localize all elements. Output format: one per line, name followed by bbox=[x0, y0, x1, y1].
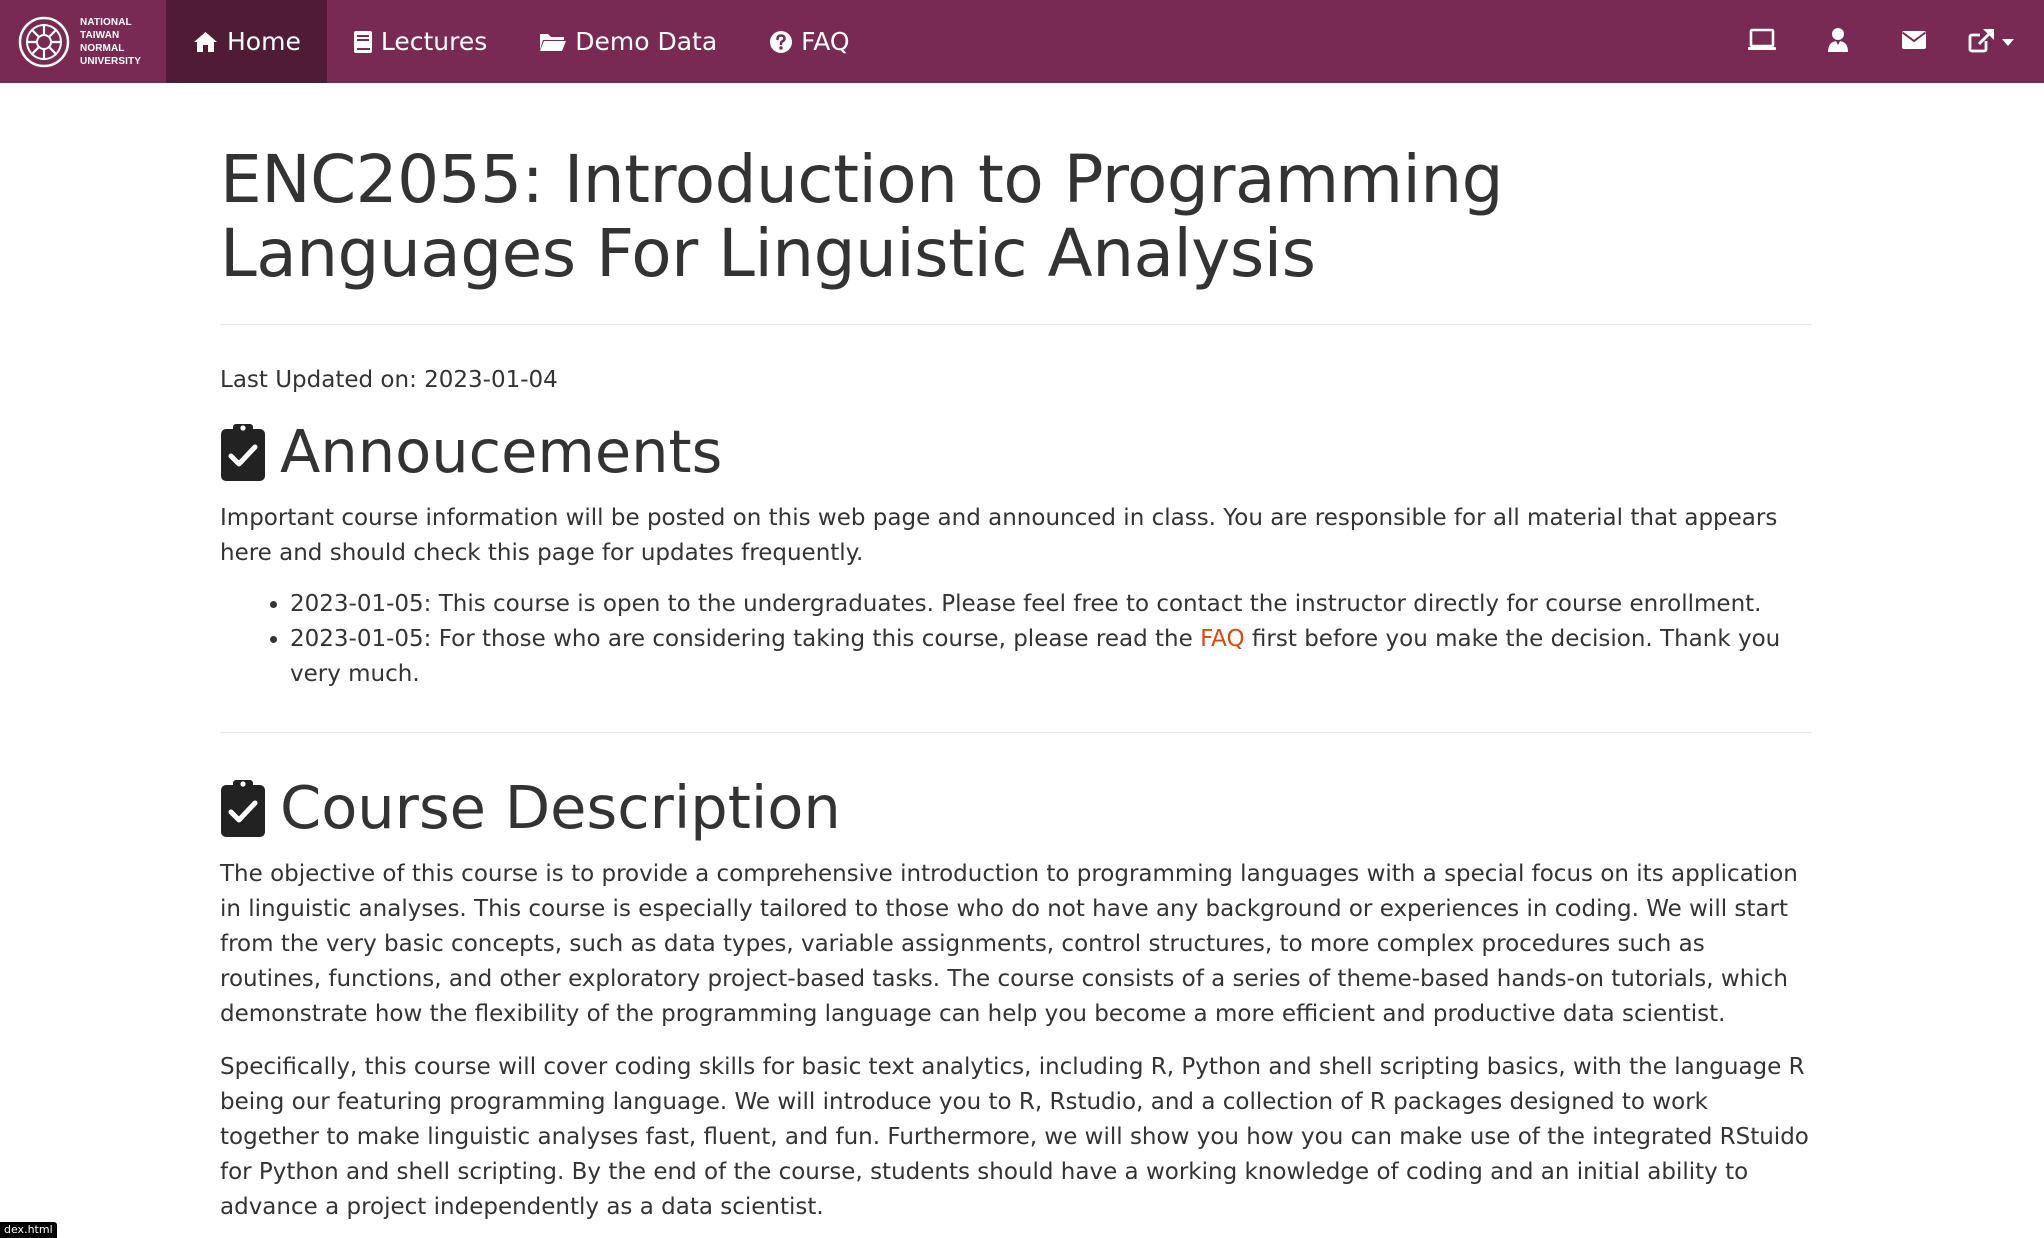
title-divider bbox=[220, 324, 1812, 325]
chevron-down-icon bbox=[2002, 32, 2014, 51]
user-link[interactable] bbox=[1800, 0, 1876, 83]
announcements-heading: Annoucements bbox=[220, 417, 1812, 487]
folder-open-icon bbox=[539, 31, 567, 53]
announcements-intro: Important course information will be pos… bbox=[220, 505, 1778, 566]
email-link[interactable] bbox=[1876, 0, 1952, 83]
nav-lectures-label: Lectures bbox=[380, 27, 488, 56]
home-icon bbox=[192, 30, 219, 54]
nav-home-label: Home bbox=[227, 27, 301, 56]
university-seal-icon bbox=[18, 16, 70, 68]
user-icon bbox=[1827, 27, 1849, 57]
nav-lectures[interactable]: Lectures bbox=[327, 0, 513, 83]
announcements-heading-text: Annoucements bbox=[280, 417, 723, 486]
course-description-heading-text: Course Description bbox=[280, 773, 841, 842]
laptop-icon bbox=[1747, 28, 1777, 56]
clipboard-check-icon bbox=[220, 778, 266, 838]
nav-home[interactable]: Home bbox=[166, 0, 327, 83]
announcement-text: 2023-01-05: For those who are considerin… bbox=[290, 626, 1201, 652]
course-description-paragraph: The objective of this course is to provi… bbox=[220, 861, 1798, 1027]
nav-faq[interactable]: FAQ bbox=[743, 0, 875, 83]
nav-right-icons bbox=[1724, 0, 2044, 83]
last-updated: Last Updated on: 2023-01-04 bbox=[220, 367, 558, 393]
brand-logo-link[interactable]: NATIONAL TAIWAN NORMAL UNIVERSITY bbox=[0, 0, 166, 83]
external-link-icon bbox=[1968, 27, 1996, 57]
list-item: 2023-01-05: For those who are considerin… bbox=[290, 622, 1812, 692]
nav-faq-label: FAQ bbox=[801, 27, 850, 56]
faq-link[interactable]: FAQ bbox=[1200, 626, 1245, 652]
brand-line: TAIWAN bbox=[80, 29, 120, 41]
brand-line: NATIONAL bbox=[80, 16, 132, 28]
brand-wordmark: NATIONAL TAIWAN NORMAL UNIVERSITY bbox=[80, 16, 141, 68]
page-title: ENC2055: Introduction to Programming Lan… bbox=[220, 141, 1504, 292]
top-navbar: NATIONAL TAIWAN NORMAL UNIVERSITY Home L… bbox=[0, 0, 2044, 83]
course-description-heading: Course Description bbox=[220, 773, 1812, 843]
external-links-dropdown[interactable] bbox=[1952, 0, 2030, 83]
clipboard-check-icon bbox=[220, 422, 266, 482]
section-divider bbox=[220, 732, 1812, 733]
main-content: ENC2055: Introduction to Programming Lan… bbox=[220, 83, 1812, 1225]
nav-demo-data[interactable]: Demo Data bbox=[513, 0, 743, 83]
course-description-paragraph: Specifically, this course will cover cod… bbox=[220, 1054, 1809, 1220]
book-icon bbox=[353, 30, 373, 54]
announcements-list: 2023-01-05: This course is open to the u… bbox=[220, 587, 1812, 692]
nav-demo-data-label: Demo Data bbox=[575, 27, 718, 56]
brand-line: UNIVERSITY bbox=[80, 55, 142, 67]
brand-line: NORMAL bbox=[80, 42, 125, 54]
question-circle-icon bbox=[769, 30, 793, 54]
main-nav: Home Lectures Demo Data FAQ bbox=[166, 0, 876, 83]
envelope-icon bbox=[1901, 30, 1927, 54]
list-item: 2023-01-05: This course is open to the u… bbox=[290, 587, 1812, 622]
status-bar-url: dex.html bbox=[0, 1222, 57, 1238]
laptop-link[interactable] bbox=[1724, 0, 1800, 83]
